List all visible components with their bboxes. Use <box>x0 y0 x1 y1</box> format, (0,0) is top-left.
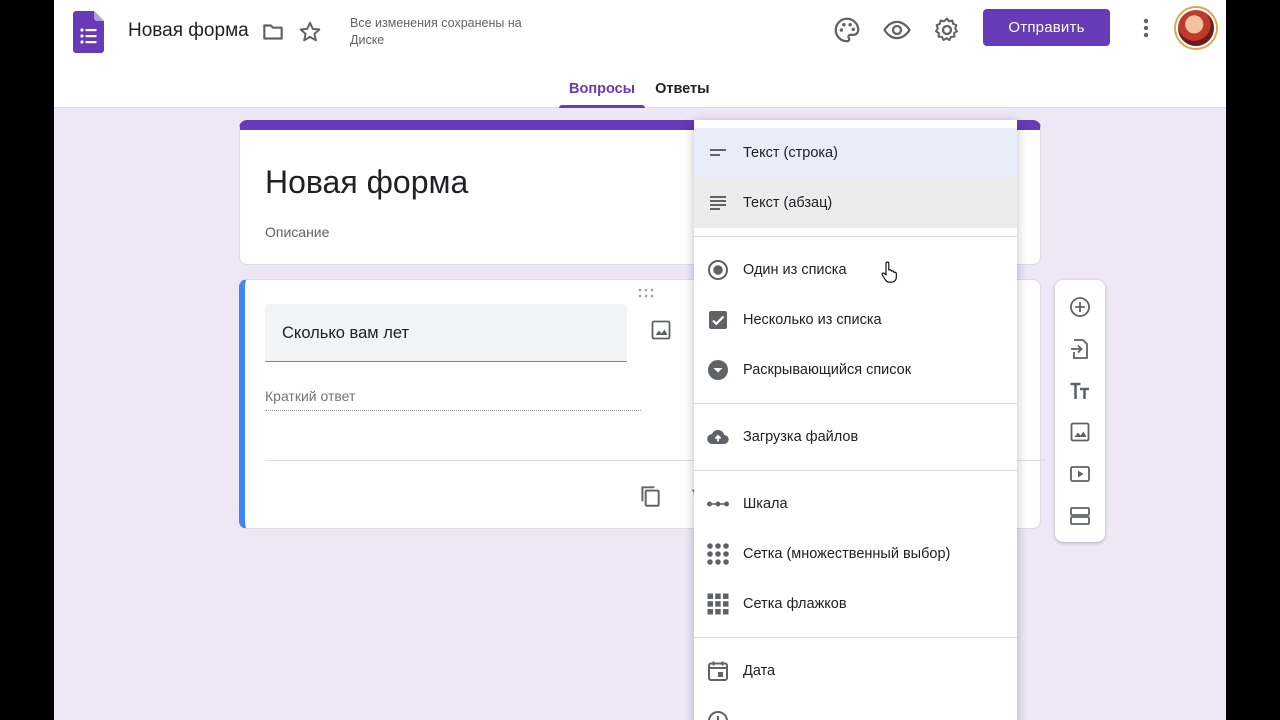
menu-item-label: Загрузка файлов <box>743 429 859 445</box>
palette-icon[interactable] <box>832 15 862 45</box>
google-forms-logo-icon[interactable] <box>73 11 104 53</box>
drag-handle-icon[interactable] <box>637 288 655 298</box>
form-title[interactable]: Новая форма <box>265 164 468 201</box>
short-text-icon <box>710 149 726 156</box>
menu-item-label: Текст (строка) <box>743 145 838 161</box>
radio-icon <box>708 260 728 280</box>
menu-item-label: Сетка (множественный выбор) <box>743 546 951 562</box>
image-icon[interactable] <box>1068 420 1092 444</box>
duplicate-icon[interactable] <box>637 483 663 509</box>
menu-item-short-text[interactable]: Текст (строка) <box>694 128 1017 178</box>
dropdown-icon <box>708 360 728 380</box>
app-header: Новая форма Все изменения сохранены на Д… <box>54 0 1226 108</box>
menu-item-label: Сетка флажков <box>743 596 847 612</box>
title-text-icon[interactable] <box>1068 379 1092 403</box>
eye-icon[interactable] <box>882 15 912 45</box>
menu-item-time[interactable] <box>694 696 1017 720</box>
question-type-menu: Текст (строка) Текст (абзац) Один из спи… <box>694 120 1017 720</box>
side-toolbar <box>1055 280 1105 542</box>
short-answer-placeholder: Краткий ответ <box>265 388 641 411</box>
document-title[interactable]: Новая форма <box>128 18 249 44</box>
calendar-icon <box>708 661 728 681</box>
menu-item-checkbox-grid[interactable]: Сетка флажков <box>694 579 1017 629</box>
add-question-icon[interactable] <box>1068 295 1092 319</box>
menu-item-checkbox[interactable]: Несколько из списка <box>694 295 1017 345</box>
menu-item-label: Один из списка <box>743 262 847 278</box>
more-vert-icon[interactable] <box>1133 15 1159 41</box>
cloud-upload-icon <box>707 429 729 445</box>
folder-icon[interactable] <box>260 19 286 45</box>
question-title-input[interactable]: Сколько вам лет <box>265 304 627 362</box>
tab-questions[interactable]: Вопросы <box>559 78 646 108</box>
grid-squares-icon <box>707 593 729 615</box>
menu-item-radio[interactable]: Один из списка <box>694 245 1017 295</box>
form-description[interactable]: Описание <box>265 224 329 240</box>
send-button[interactable]: Отправить <box>983 9 1110 46</box>
menu-item-paragraph[interactable]: Текст (абзац) <box>694 178 1017 283</box>
menu-divider <box>694 403 1017 404</box>
menu-divider <box>694 236 1017 237</box>
video-icon[interactable] <box>1068 462 1092 486</box>
import-questions-icon[interactable] <box>1068 337 1092 361</box>
linear-scale-icon <box>707 501 729 507</box>
gear-icon[interactable] <box>932 15 962 45</box>
paragraph-icon <box>710 196 726 210</box>
menu-item-linear-scale[interactable]: Шкала <box>694 479 1017 529</box>
checkbox-icon <box>709 311 727 329</box>
menu-item-multiple-choice-grid[interactable]: Сетка (множественный выбор) <box>694 529 1017 579</box>
image-icon[interactable] <box>649 318 673 342</box>
menu-item-label: Дата <box>743 663 776 679</box>
section-icon[interactable] <box>1068 504 1092 528</box>
menu-item-label: Несколько из списка <box>743 312 882 328</box>
menu-divider <box>694 637 1017 638</box>
tab-responses[interactable]: Ответы <box>645 78 719 108</box>
menu-item-file-upload[interactable]: Загрузка файлов <box>694 412 1017 462</box>
save-status: Все изменения сохранены на Диске <box>350 16 522 47</box>
tab-bar: Вопросы Ответы <box>559 78 720 108</box>
menu-item-label: Раскрывающийся список <box>743 362 912 378</box>
menu-item-date[interactable]: Дата <box>694 646 1017 696</box>
forms-editor: Новая форма Все изменения сохранены на Д… <box>54 0 1226 720</box>
avatar[interactable] <box>1176 8 1216 48</box>
menu-item-label: Текст (абзац) <box>743 195 833 211</box>
menu-item-dropdown[interactable]: Раскрывающийся список <box>694 345 1017 395</box>
star-icon[interactable] <box>297 19 323 45</box>
clock-icon <box>708 711 728 720</box>
menu-item-label: Шкала <box>743 496 788 512</box>
menu-divider <box>694 470 1017 471</box>
grid-dots-icon <box>707 543 729 565</box>
